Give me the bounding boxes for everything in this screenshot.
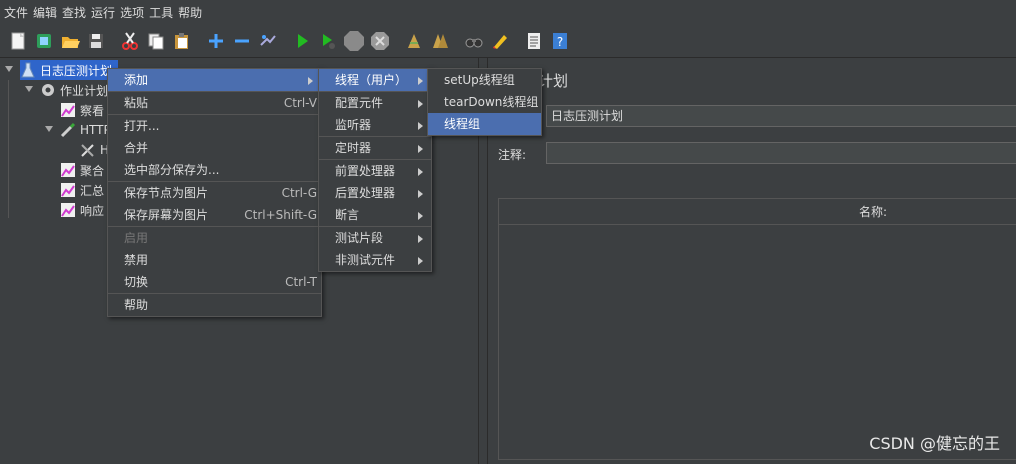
chevron-right-icon: [418, 100, 423, 108]
chevron-right-icon: [418, 168, 423, 176]
copy-icon[interactable]: [144, 29, 168, 53]
gear-icon: [40, 82, 56, 98]
menu-item-paste[interactable]: 粘贴 Ctrl-V: [108, 92, 321, 114]
help-icon[interactable]: ?: [548, 29, 572, 53]
comment-label: 注释:: [498, 148, 527, 162]
menu-edit[interactable]: 编辑: [33, 4, 57, 21]
chart-icon: [60, 102, 76, 118]
menu-item-enable: 启用: [124, 231, 149, 245]
menu-item-save-selection[interactable]: 选中部分保存为...: [108, 159, 321, 181]
menu-item-pre-processor[interactable]: 前置处理器: [319, 160, 431, 182]
menu-item-teardown-thread-group[interactable]: tearDown线程组: [428, 91, 541, 113]
menu-item-merge[interactable]: 合并: [108, 137, 321, 159]
pipette-icon: [60, 122, 76, 138]
tree-node-aggregate-report[interactable]: 聚合: [60, 160, 104, 180]
clear-all-icon[interactable]: [428, 29, 452, 53]
menu-item-listener[interactable]: 监听器: [319, 114, 431, 136]
chevron-right-icon: [418, 145, 423, 153]
page-title: 计划: [538, 72, 569, 90]
chart-icon: [60, 202, 76, 218]
templates-icon[interactable]: [32, 29, 56, 53]
menu-run[interactable]: 运行: [91, 4, 115, 21]
table-header-name[interactable]: 名称:: [499, 199, 1016, 225]
function-helper-icon[interactable]: [522, 29, 546, 53]
menu-item-non-test-element[interactable]: 非测试元件: [319, 249, 431, 271]
paste-icon[interactable]: [170, 29, 194, 53]
menu-file[interactable]: 文件: [4, 4, 28, 21]
menu-item-test-fragment[interactable]: 测试片段: [319, 227, 431, 249]
menu-item-post-processor[interactable]: 后置处理器: [319, 182, 431, 204]
reset-search-icon[interactable]: [488, 29, 512, 53]
add-submenu: 线程（用户） 配置元件 监听器 定时器 前置处理器 后置处理器 断言 测试片段 …: [318, 68, 432, 272]
tree-node-thread-group[interactable]: 作业计划: [40, 80, 108, 100]
collapse-icon[interactable]: [230, 29, 254, 53]
chevron-right-icon: [418, 77, 423, 85]
start-no-pause-icon[interactable]: [316, 29, 340, 53]
test-plan-icon: [20, 62, 36, 78]
menu-tools[interactable]: 工具: [149, 4, 173, 21]
menu-item-thread-group[interactable]: 线程组: [428, 113, 541, 135]
stop-icon[interactable]: [342, 29, 366, 53]
tree-node-summary-report[interactable]: 汇总: [60, 180, 104, 200]
chart-icon: [60, 182, 76, 198]
test-plan-editor: 计划 日志压测计划 注释: 名称:: [487, 58, 1016, 464]
user-variables-table: 名称:: [498, 198, 1016, 460]
search-icon[interactable]: [462, 29, 486, 53]
menu-item-save-node-image[interactable]: 保存节点为图片 Ctrl-G: [108, 182, 321, 204]
chevron-right-icon: [308, 77, 313, 85]
open-icon[interactable]: [58, 29, 82, 53]
context-menu: 添加 粘贴 Ctrl-V 打开... 合并 选中部分保存为... 保存节点为图片 C…: [107, 68, 322, 317]
chevron-right-icon: [418, 235, 423, 243]
chevron-down-icon[interactable]: [24, 84, 34, 94]
toggle-icon[interactable]: [256, 29, 280, 53]
chevron-right-icon: [418, 190, 423, 198]
save-icon[interactable]: [84, 29, 108, 53]
new-icon[interactable]: [6, 29, 30, 53]
menu-help[interactable]: 帮助: [178, 4, 202, 21]
menu-item-disable[interactable]: 禁用: [108, 249, 321, 271]
cut-icon[interactable]: [118, 29, 142, 53]
tree-node-result-tree[interactable]: 察看: [60, 100, 104, 120]
shutdown-icon[interactable]: [368, 29, 392, 53]
menu-item-config-element[interactable]: 配置元件: [319, 92, 431, 114]
menu-search[interactable]: 查找: [62, 4, 86, 21]
menu-item-timer[interactable]: 定时器: [319, 137, 431, 159]
expand-icon[interactable]: [204, 29, 228, 53]
name-field[interactable]: 日志压测计划: [546, 105, 1016, 127]
comment-field[interactable]: [546, 142, 1016, 164]
menu-options[interactable]: 选项: [120, 4, 144, 21]
menu-item-threads[interactable]: 线程（用户）: [319, 69, 431, 91]
chart-icon: [60, 162, 76, 178]
menu-item-open[interactable]: 打开...: [108, 115, 321, 137]
menu-item-help[interactable]: 帮助: [108, 294, 321, 316]
menu-item-toggle[interactable]: 切换 Ctrl-T: [108, 271, 321, 293]
tree-node-test-plan[interactable]: 日志压测计划: [20, 60, 118, 80]
chevron-down-icon[interactable]: [44, 124, 54, 134]
chevron-down-icon[interactable]: [4, 64, 14, 74]
threads-submenu: setUp线程组 tearDown线程组 线程组: [427, 68, 542, 136]
tree-node-http-request[interactable]: HTTP: [60, 120, 111, 140]
chevron-right-icon: [418, 212, 423, 220]
tree-node-response-time[interactable]: 响应: [60, 200, 104, 220]
clear-icon[interactable]: [402, 29, 426, 53]
menu-bar: 文件 编辑 查找 运行 选项 工具 帮助: [0, 0, 1016, 24]
menu-item-setup-thread-group[interactable]: setUp线程组: [428, 69, 541, 91]
menu-item-add[interactable]: 添加: [108, 69, 321, 91]
tools-icon: [80, 142, 96, 158]
chevron-right-icon: [418, 257, 423, 265]
start-icon[interactable]: [290, 29, 314, 53]
toolbar: ?: [0, 24, 1016, 58]
menu-item-save-screen-image[interactable]: 保存屏幕为图片 Ctrl+Shift-G: [108, 204, 321, 226]
watermark: CSDN @健忘的王: [869, 434, 1000, 453]
svg-text:?: ?: [557, 35, 563, 49]
menu-item-assertion[interactable]: 断言: [319, 204, 431, 226]
tree-node-header-manager[interactable]: H: [80, 140, 109, 160]
chevron-right-icon: [418, 122, 423, 130]
